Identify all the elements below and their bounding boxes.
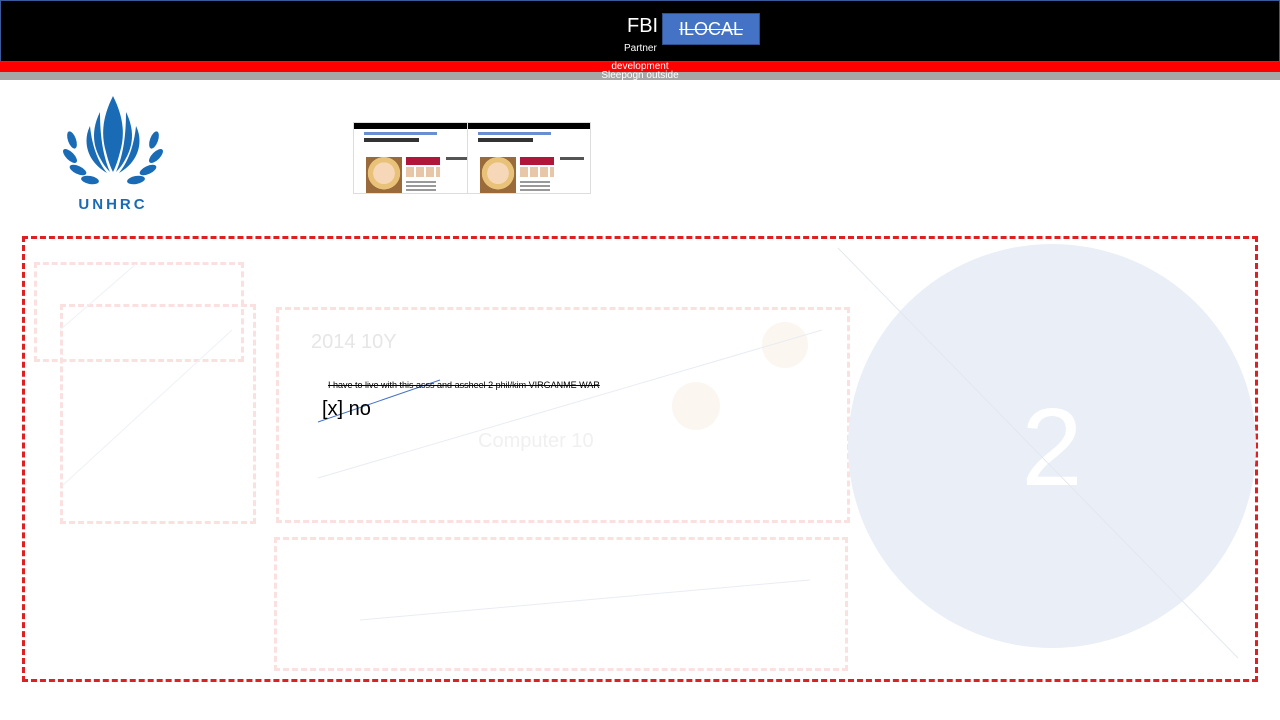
ghost-lines (59, 247, 1239, 659)
struck-note: I have to live with this asss and asshee… (328, 380, 600, 390)
year-label: 2014 10Y (311, 331, 397, 353)
no-checkbox[interactable]: [x] no (322, 398, 371, 421)
computer-label: Computer 10 (478, 430, 594, 452)
